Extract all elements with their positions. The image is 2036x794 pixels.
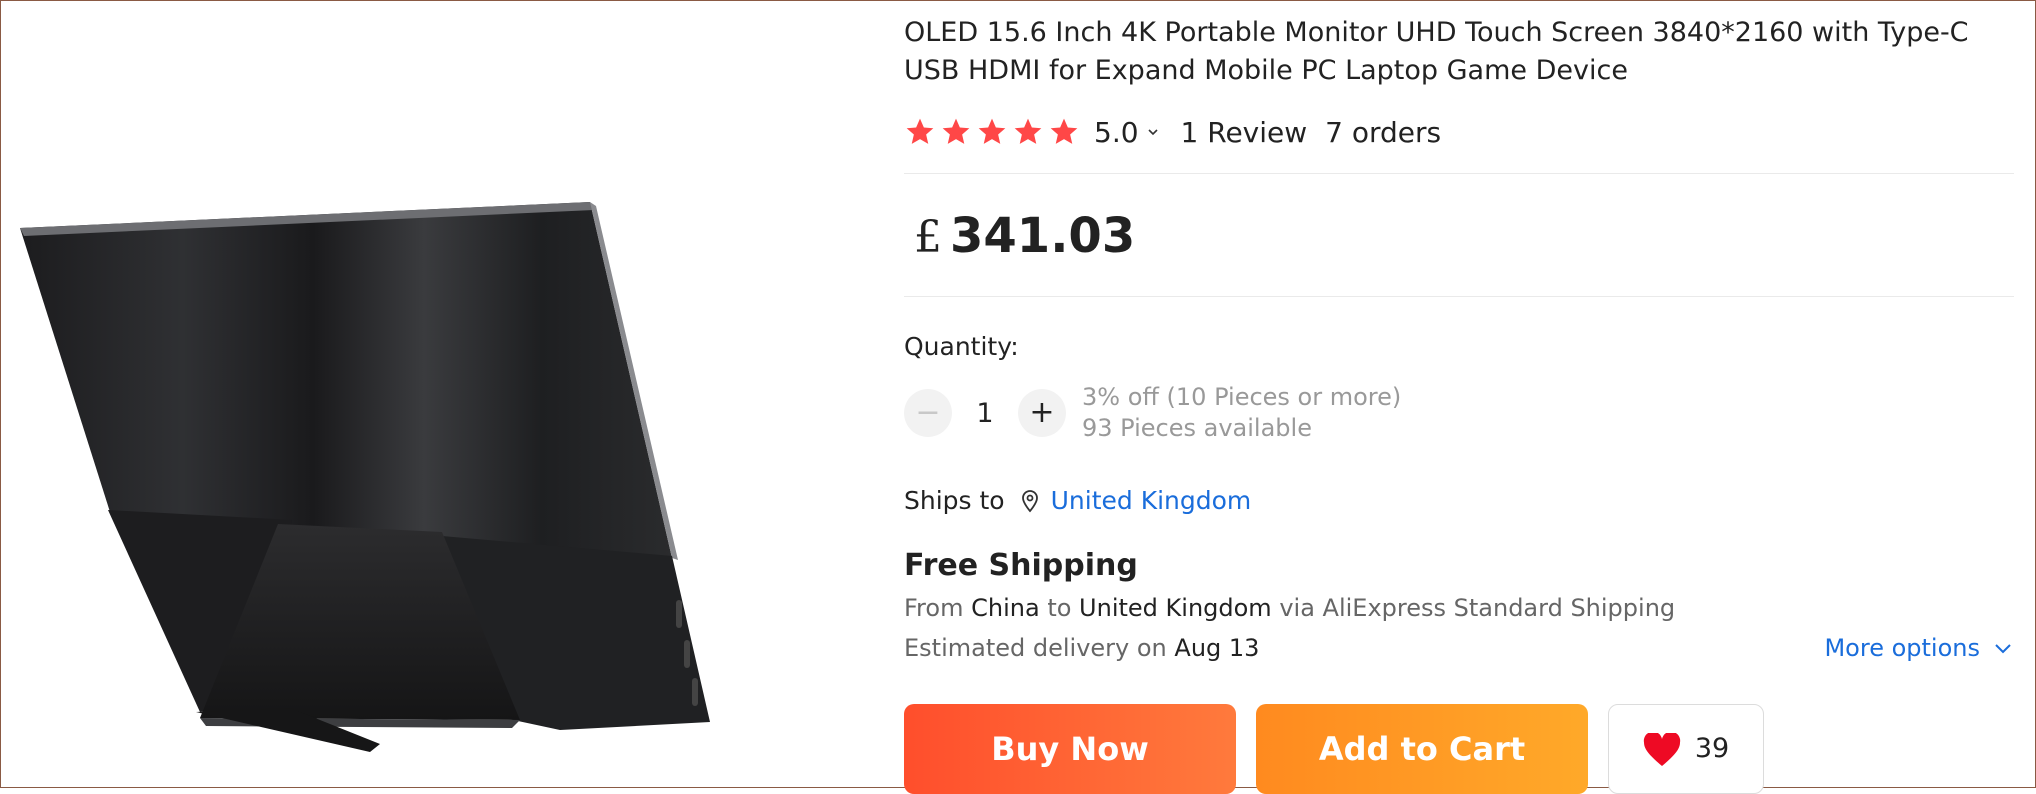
wishlist-count: 39 bbox=[1694, 733, 1730, 764]
quantity-label: Quantity: bbox=[904, 332, 1019, 361]
chevron-down-icon bbox=[1995, 644, 2011, 654]
rating-score[interactable]: 5.0 bbox=[1094, 116, 1139, 149]
location-pin-icon bbox=[1021, 489, 1038, 512]
stock-available-text: 93 Pieces available bbox=[1082, 414, 1312, 442]
star-rating[interactable] bbox=[904, 116, 1080, 148]
shipping-title: Free Shipping bbox=[904, 548, 1138, 583]
more-options-link[interactable]: More options bbox=[1824, 634, 2014, 662]
estimated-label: Estimated delivery on bbox=[904, 634, 1167, 662]
bulk-discount-text: 3% off (10 Pieces or more) bbox=[1082, 383, 1402, 411]
star-icon bbox=[1050, 118, 1078, 144]
estimated-delivery: Estimated delivery on Aug 13 bbox=[904, 634, 1259, 662]
star-icon bbox=[978, 118, 1006, 144]
rating-row: 5.0 1 Review 7 orders bbox=[904, 112, 1441, 152]
orders-count: 7 orders bbox=[1325, 115, 1442, 149]
price: £ 341.03 bbox=[914, 208, 1135, 264]
reviews-link[interactable]: 1 Review bbox=[1181, 116, 1308, 149]
quantity-info: 3% off (10 Pieces or more) 93 Pieces ava… bbox=[1082, 382, 1401, 444]
star-icon bbox=[906, 118, 934, 144]
estimated-date: Aug 13 bbox=[1174, 634, 1260, 662]
to-label: to bbox=[1047, 594, 1072, 622]
from-label: From bbox=[904, 594, 964, 622]
divider bbox=[904, 173, 2014, 174]
quantity-increase-button[interactable]: + bbox=[1018, 389, 1066, 437]
star-icon bbox=[942, 118, 970, 144]
price-currency: £ bbox=[914, 212, 942, 263]
shipping-route: From China to United Kingdom via AliExpr… bbox=[904, 594, 1675, 622]
product-image[interactable] bbox=[0, 0, 880, 788]
quantity-decrease-button[interactable]: − bbox=[904, 389, 952, 437]
from-country: China bbox=[971, 594, 1040, 622]
chevron-down-icon[interactable] bbox=[1145, 124, 1161, 140]
ships-to-row: Ships to United Kingdom bbox=[904, 486, 1251, 515]
product-title: OLED 15.6 Inch 4K Portable Monitor UHD T… bbox=[904, 17, 1969, 86]
quantity-stepper: − 1 + 3% off (10 Pieces or more) 93 Piec… bbox=[904, 383, 1401, 442]
price-amount: 341.03 bbox=[950, 208, 1136, 264]
ships-to-label: Ships to bbox=[904, 486, 1005, 515]
to-country: United Kingdom bbox=[1079, 594, 1272, 622]
monitor-illustration bbox=[20, 202, 710, 752]
buy-now-button[interactable]: Buy Now bbox=[904, 704, 1236, 794]
shipping-method: via AliExpress Standard Shipping bbox=[1279, 594, 1676, 622]
quantity-input[interactable]: 1 bbox=[952, 398, 1018, 429]
star-icon bbox=[1014, 118, 1042, 144]
heart-icon bbox=[1643, 733, 1680, 766]
divider bbox=[904, 296, 2014, 297]
ships-to-country-link[interactable]: United Kingdom bbox=[1051, 486, 1252, 515]
wishlist-button[interactable]: 39 bbox=[1608, 704, 1764, 794]
more-options-label: More options bbox=[1824, 634, 1980, 662]
add-to-cart-button[interactable]: Add to Cart bbox=[1256, 704, 1588, 794]
